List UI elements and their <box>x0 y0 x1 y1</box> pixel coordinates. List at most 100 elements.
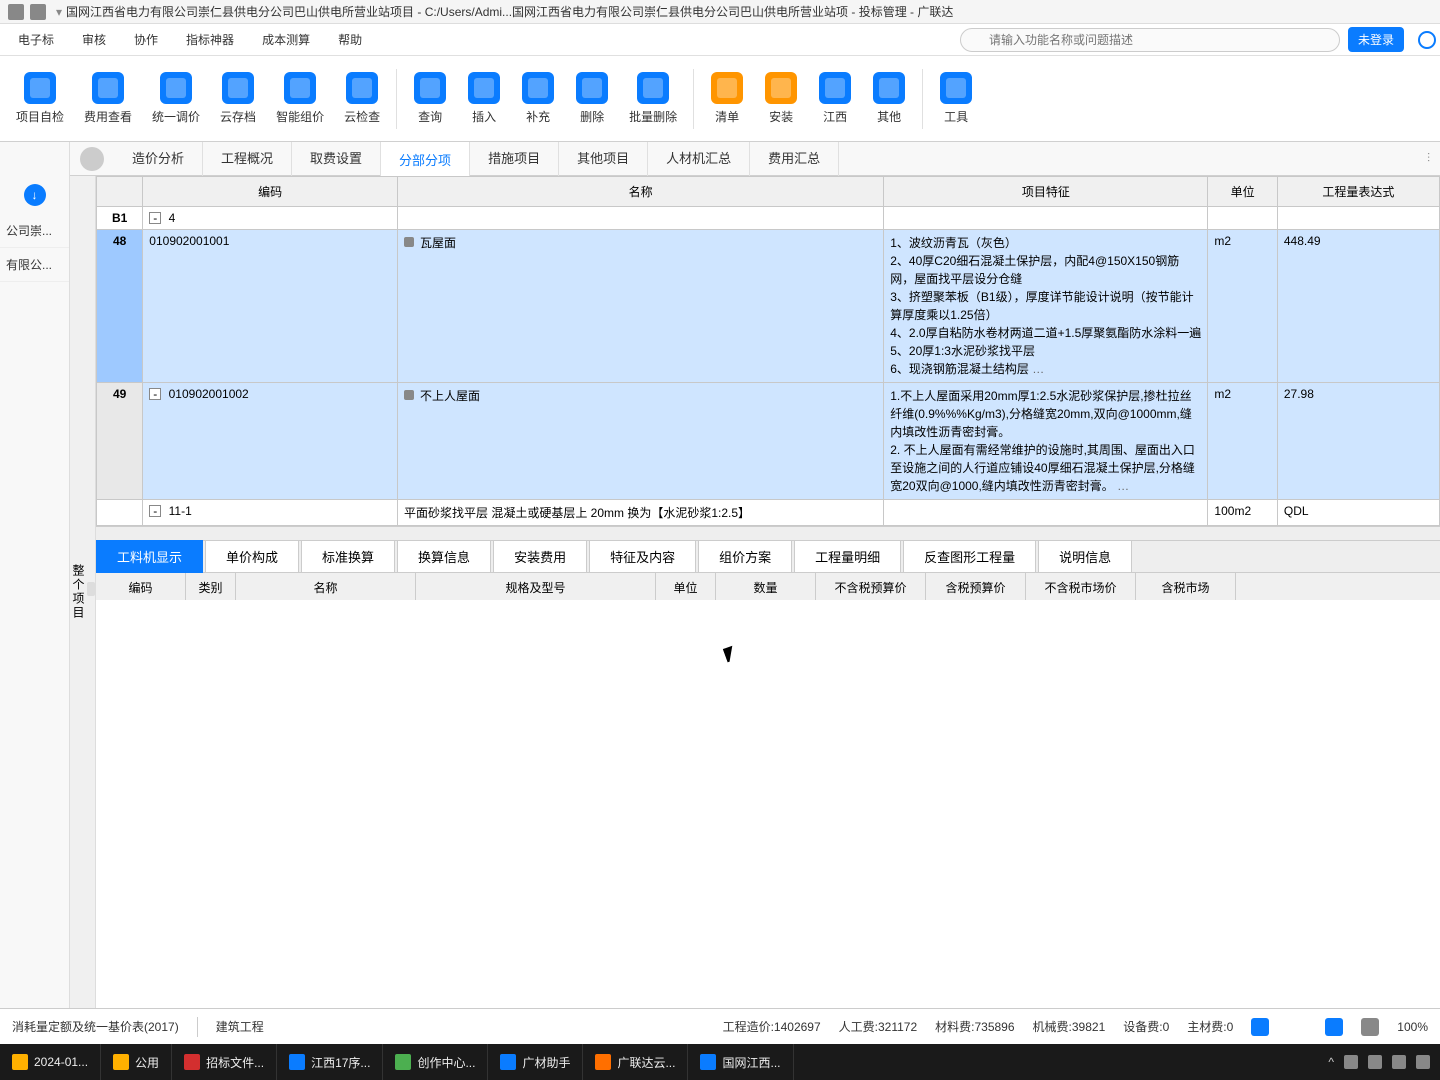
menu-审核[interactable]: 审核 <box>68 25 120 54</box>
cell-name[interactable]: 平面砂浆找平层 混凝土或硬基层上 20mm 换为【水泥砂浆1:2.5】 <box>398 500 884 526</box>
sub-header[interactable]: 数量 <box>716 573 816 600</box>
tab-取费设置[interactable]: 取费设置 <box>292 142 381 177</box>
dropdown-icon[interactable]: ▾ <box>56 5 62 19</box>
cell-code[interactable]: - 11-1 <box>143 500 398 526</box>
column-header[interactable]: 项目特征 <box>884 177 1208 207</box>
tab-造价分析[interactable]: 造价分析 <box>114 142 203 177</box>
ribbon-批量删除[interactable]: 批量删除 <box>621 68 685 129</box>
column-header[interactable]: 名称 <box>398 177 884 207</box>
cell-code[interactable]: 010902001001 <box>143 230 398 383</box>
toggle-icon[interactable]: - <box>149 212 161 224</box>
system-tray[interactable]: ^ <box>1318 1055 1440 1069</box>
column-header[interactable]: 编码 <box>143 177 398 207</box>
sub-header[interactable]: 不含税市场价 <box>1026 573 1136 600</box>
horizontal-scrollbar[interactable] <box>96 526 1440 540</box>
search-input[interactable] <box>960 28 1340 52</box>
cell-qty[interactable] <box>1277 207 1439 230</box>
cell-unit[interactable]: m2 <box>1208 383 1277 500</box>
taskbar-item[interactable]: 招标文件... <box>172 1044 277 1080</box>
cell-feature[interactable]: 1.不上人屋面采用20mm厚1:2.5水泥砂浆保护层,掺杜拉丝纤维(0.9%%%… <box>884 383 1208 500</box>
bottom-tab-安装费用[interactable]: 安装费用 <box>493 540 587 573</box>
ellipsis-icon[interactable]: … <box>1114 479 1129 493</box>
sync-icon[interactable]: ↓ <box>24 184 46 206</box>
ribbon-项目自检[interactable]: 项目自检 <box>8 68 72 129</box>
cell-name[interactable]: 不上人屋面 <box>398 383 884 500</box>
cell-name[interactable]: 瓦屋面 <box>398 230 884 383</box>
sub-header[interactable]: 规格及型号 <box>416 573 656 600</box>
ribbon-智能组价[interactable]: 智能组价 <box>268 68 332 129</box>
ribbon-插入[interactable]: 插入 <box>459 68 509 129</box>
cell-feature[interactable]: 1、波纹沥青瓦（灰色） 2、40厚C20细石混凝土保护层，内配4@150X150… <box>884 230 1208 383</box>
taskbar-item[interactable]: 广联达云... <box>583 1044 688 1080</box>
cell-unit[interactable]: m2 <box>1208 230 1277 383</box>
taskbar-item[interactable]: 江西17序... <box>277 1044 383 1080</box>
tab-其他项目[interactable]: 其他项目 <box>559 142 648 177</box>
column-header[interactable]: 单位 <box>1208 177 1277 207</box>
tab-费用汇总[interactable]: 费用汇总 <box>750 142 839 177</box>
view-icon-2[interactable] <box>1325 1018 1343 1036</box>
cell-unit[interactable] <box>1208 207 1277 230</box>
cell-name[interactable] <box>398 207 884 230</box>
ellipsis-icon[interactable]: … <box>1029 362 1044 376</box>
paste-icon[interactable] <box>30 4 46 20</box>
bottom-tab-组价方案[interactable]: 组价方案 <box>698 540 792 573</box>
cell-qty[interactable]: QDL <box>1277 500 1439 526</box>
cell-qty[interactable]: 448.49 <box>1277 230 1439 383</box>
bottom-tab-工程量明细[interactable]: 工程量明细 <box>794 540 901 573</box>
tray-icon[interactable] <box>1392 1055 1406 1069</box>
tab-人材机汇总[interactable]: 人材机汇总 <box>648 142 750 177</box>
sub-header[interactable]: 单位 <box>656 573 716 600</box>
ribbon-其他[interactable]: 其他 <box>864 68 914 129</box>
ribbon-安装[interactable]: 安装 <box>756 68 806 129</box>
ribbon-删除[interactable]: 删除 <box>567 68 617 129</box>
bottom-tab-特征及内容[interactable]: 特征及内容 <box>589 540 696 573</box>
ribbon-云检查[interactable]: 云检查 <box>336 68 388 129</box>
cell-code[interactable]: - 4 <box>143 207 398 230</box>
bottom-tab-单价构成[interactable]: 单价构成 <box>205 540 299 573</box>
login-button[interactable]: 未登录 <box>1348 27 1404 52</box>
menu-成本测算[interactable]: 成本测算 <box>248 25 324 54</box>
tray-icon[interactable] <box>1344 1055 1358 1069</box>
row-number[interactable] <box>97 500 143 526</box>
row-number[interactable]: 49 <box>97 383 143 500</box>
column-header[interactable] <box>97 177 143 207</box>
ribbon-补充[interactable]: 补充 <box>513 68 563 129</box>
bottom-tab-说明信息[interactable]: 说明信息 <box>1038 540 1132 573</box>
tab-措施项目[interactable]: 措施项目 <box>470 142 559 177</box>
cell-unit[interactable]: 100m2 <box>1208 500 1277 526</box>
taskbar-item[interactable]: 广材助手 <box>488 1044 583 1080</box>
menu-协作[interactable]: 协作 <box>120 25 172 54</box>
ribbon-云存档[interactable]: 云存档 <box>212 68 264 129</box>
row-number[interactable]: B1 <box>97 207 143 230</box>
tabs-menu-icon[interactable]: ⫶ <box>1417 151 1440 166</box>
toggle-icon[interactable]: - <box>149 388 161 400</box>
bottom-tab-工料机显示[interactable]: 工料机显示 <box>96 540 203 573</box>
taskbar-item[interactable]: 2024-01... <box>0 1044 101 1080</box>
sub-header[interactable]: 名称 <box>236 573 416 600</box>
cell-feature[interactable] <box>884 207 1208 230</box>
bottom-tab-换算信息[interactable]: 换算信息 <box>397 540 491 573</box>
sub-header[interactable]: 不含税预算价 <box>816 573 926 600</box>
vertical-tab[interactable]: 整个项目 <box>70 176 96 1008</box>
view-icon-1[interactable] <box>1251 1018 1269 1036</box>
bottom-tab-反查图形工程量[interactable]: 反查图形工程量 <box>903 540 1036 573</box>
tab-分部分项[interactable]: 分部分项 <box>381 142 470 177</box>
menu-指标神器[interactable]: 指标神器 <box>172 25 248 54</box>
taskbar-item[interactable]: 创作中心... <box>383 1044 488 1080</box>
sub-header[interactable]: 含税市场 <box>1136 573 1236 600</box>
tree-item[interactable]: 有限公... <box>0 248 69 282</box>
ribbon-清单[interactable]: 清单 <box>702 68 752 129</box>
collapse-icon[interactable] <box>80 147 104 171</box>
ribbon-费用查看[interactable]: 费用查看 <box>76 68 140 129</box>
ribbon-查询[interactable]: 查询 <box>405 68 455 129</box>
taskbar-item[interactable]: 公用 <box>101 1044 172 1080</box>
tab-工程概况[interactable]: 工程概况 <box>203 142 292 177</box>
toggle-icon[interactable]: - <box>149 505 161 517</box>
tray-icon[interactable] <box>1368 1055 1382 1069</box>
row-number[interactable]: 48 <box>97 230 143 383</box>
bottom-tab-标准换算[interactable]: 标准换算 <box>301 540 395 573</box>
ribbon-统一调价[interactable]: 统一调价 <box>144 68 208 129</box>
tree-item[interactable]: 公司崇... <box>0 214 69 248</box>
sub-header[interactable]: 含税预算价 <box>926 573 1026 600</box>
tray-up-icon[interactable]: ^ <box>1328 1055 1334 1069</box>
